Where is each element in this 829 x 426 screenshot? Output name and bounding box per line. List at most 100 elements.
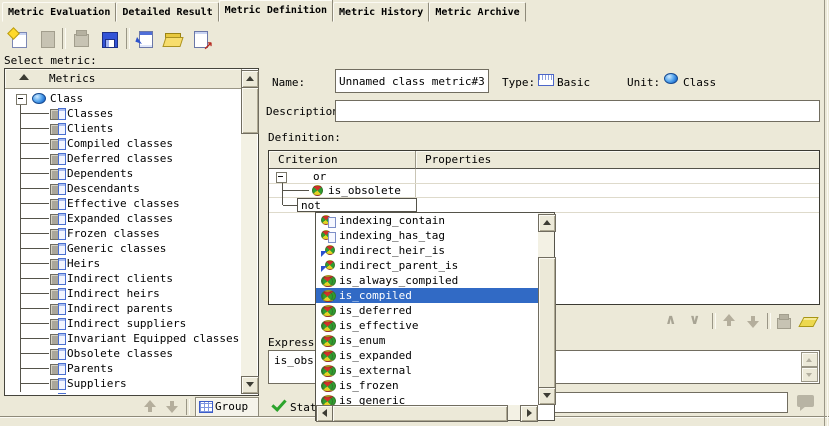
metric-icon bbox=[50, 153, 65, 164]
separator bbox=[186, 399, 190, 415]
criterion-option[interactable]: is_deferred bbox=[316, 303, 538, 318]
dropdown-vscrollbar[interactable] bbox=[538, 213, 554, 405]
metric-tree-item[interactable]: Expanded classes bbox=[6, 211, 241, 226]
criterion-option[interactable]: indirect_heir_is bbox=[316, 243, 538, 258]
tab-label: Detailed Result bbox=[122, 7, 212, 18]
tab-metric-evaluation[interactable]: Metric Evaluation bbox=[2, 2, 116, 22]
and-operator-button[interactable] bbox=[663, 312, 683, 330]
tree-item-class-unit[interactable]: Class bbox=[6, 91, 241, 106]
left-arrow-icon bbox=[322, 409, 327, 417]
comment-input[interactable] bbox=[552, 392, 788, 413]
metric-tree-item[interactable]: Obsolete classes bbox=[6, 346, 241, 361]
expression-scroll-up-button[interactable] bbox=[801, 352, 818, 367]
metric-tree-item[interactable]: Parents bbox=[6, 361, 241, 376]
metric-tree-item[interactable]: Generic classes bbox=[6, 241, 241, 256]
criterion-option[interactable]: is_enum bbox=[316, 333, 538, 348]
metric-tree-item[interactable]: Indirect heirs bbox=[6, 286, 241, 301]
metric-tree-item[interactable]: Uncompiled classes bbox=[6, 391, 241, 394]
collapse-icon[interactable] bbox=[16, 94, 27, 105]
metric-tree-item[interactable]: Classes bbox=[6, 106, 241, 121]
criterion-option[interactable]: is_frozen bbox=[316, 378, 538, 393]
metric-tree-item[interactable]: Clients bbox=[6, 121, 241, 136]
metric-tree-item[interactable]: Effective classes bbox=[6, 196, 241, 211]
metric-tree-item[interactable]: Indirect parents bbox=[6, 301, 241, 316]
tab-bar: Metric Evaluation Detailed Result Metric… bbox=[2, 0, 526, 22]
remove-criterion-button[interactable] bbox=[775, 312, 795, 330]
criterion-option[interactable]: is_external bbox=[316, 363, 538, 378]
properties-column-header[interactable]: Properties bbox=[416, 151, 819, 169]
right-arrow-icon bbox=[527, 409, 532, 417]
tab-label: Metric History bbox=[339, 7, 423, 18]
metric-icon bbox=[50, 303, 65, 314]
tree-scrollbar[interactable] bbox=[241, 70, 257, 394]
dropdown-scroll-right-button[interactable] bbox=[520, 405, 538, 422]
metric-icon bbox=[50, 183, 65, 194]
dropdown-scroll-down-button[interactable] bbox=[538, 387, 556, 405]
open-folder-icon bbox=[162, 28, 184, 50]
save-metric-button[interactable] bbox=[98, 28, 120, 50]
criterion-editor-cell[interactable]: not bbox=[297, 198, 417, 212]
tree-scroll-thumb[interactable] bbox=[241, 87, 259, 134]
move-criterion-down-button[interactable] bbox=[744, 312, 764, 330]
tab-metric-definition[interactable]: Metric Definition bbox=[219, 0, 333, 22]
collapse-icon[interactable] bbox=[276, 172, 287, 183]
import-metrics-button[interactable] bbox=[134, 28, 156, 50]
or-operator-button[interactable] bbox=[687, 312, 707, 330]
criterion-option-label: is_generic bbox=[339, 393, 405, 405]
criterion-option[interactable]: is_always_compiled bbox=[316, 273, 538, 288]
open-metric-file-button[interactable] bbox=[162, 28, 184, 50]
metric-tree-item[interactable]: Compiled classes bbox=[6, 136, 241, 151]
description-label: Description bbox=[266, 105, 339, 118]
criterion-option[interactable]: is_compiled bbox=[316, 288, 538, 303]
name-input[interactable] bbox=[335, 69, 489, 93]
new-metric-button[interactable] bbox=[8, 28, 30, 50]
move-metric-up-icon[interactable] bbox=[143, 399, 157, 414]
metric-tree-item[interactable]: Indirect suppliers bbox=[6, 316, 241, 331]
criterion-column-header[interactable]: Criterion bbox=[269, 151, 416, 169]
export-metrics-icon bbox=[190, 28, 212, 50]
tree-scroll-up-button[interactable] bbox=[241, 70, 259, 88]
metric-tree-item[interactable]: Invariant Equipped classes bbox=[6, 331, 241, 346]
metrics-column-header[interactable]: Metrics bbox=[5, 69, 242, 89]
metric-tree-item[interactable]: Descendants bbox=[6, 181, 241, 196]
metric-tree-item[interactable]: Indirect clients bbox=[6, 271, 241, 286]
expression-scroll-down-button[interactable] bbox=[801, 367, 818, 382]
comment-icon[interactable] bbox=[797, 395, 814, 407]
erase-criterion-button[interactable] bbox=[798, 312, 818, 330]
tree-scroll-down-button[interactable] bbox=[241, 376, 259, 394]
tab-metric-archive[interactable]: Metric Archive bbox=[429, 2, 525, 22]
grid-tree-line bbox=[282, 183, 283, 205]
duplicate-metric-button[interactable] bbox=[36, 28, 58, 50]
dropdown-hscroll-thumb[interactable] bbox=[332, 405, 508, 422]
criterion-option-label: indirect_parent_is bbox=[339, 258, 458, 273]
metric-tree-item[interactable]: Frozen classes bbox=[6, 226, 241, 241]
export-metrics-button[interactable] bbox=[190, 28, 212, 50]
move-criterion-up-button[interactable] bbox=[720, 312, 740, 330]
group-toggle-button[interactable]: Group bbox=[195, 397, 259, 418]
dropdown-hscrollbar[interactable] bbox=[316, 405, 538, 420]
metric-icon bbox=[50, 288, 65, 299]
metric-icon bbox=[50, 273, 65, 284]
move-metric-down-icon[interactable] bbox=[165, 399, 179, 414]
criterion-option[interactable]: indirect_parent_is bbox=[316, 258, 538, 273]
metric-tree-item[interactable]: Suppliers bbox=[6, 376, 241, 391]
metric-tree-item[interactable]: Heirs bbox=[6, 256, 241, 271]
dropdown-scroll-thumb[interactable] bbox=[538, 257, 556, 391]
metric-tree-item[interactable]: Deferred classes bbox=[6, 151, 241, 166]
dropdown-scroll-up-button[interactable] bbox=[538, 214, 556, 232]
description-input[interactable] bbox=[335, 100, 820, 122]
criterion-arrow-icon bbox=[321, 260, 336, 272]
criterion-option[interactable]: indexing_contain bbox=[316, 213, 538, 228]
criterion-option[interactable]: is_generic bbox=[316, 393, 538, 405]
metric-tree-item[interactable]: Dependents bbox=[6, 166, 241, 181]
tab-metric-history[interactable]: Metric History bbox=[333, 2, 429, 22]
criterion-editor-value: not bbox=[301, 199, 321, 212]
tab-detailed-result[interactable]: Detailed Result bbox=[116, 2, 218, 22]
criterion-option[interactable]: is_effective bbox=[316, 318, 538, 333]
criterion-option[interactable]: is_expanded bbox=[316, 348, 538, 363]
delete-metric-button[interactable] bbox=[70, 28, 92, 50]
criterion-label: is_obsolete bbox=[328, 184, 401, 197]
criterion-pie-icon bbox=[321, 320, 336, 332]
criterion-option[interactable]: indexing_has_tag bbox=[316, 228, 538, 243]
metric-icon bbox=[50, 393, 65, 394]
